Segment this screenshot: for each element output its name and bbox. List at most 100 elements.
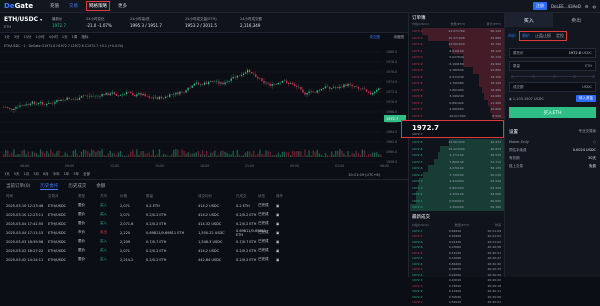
settings-icon[interactable]: ⚙: [585, 4, 589, 9]
indicators-button[interactable]: 指标: [81, 35, 88, 40]
share-icon[interactable]: ▣: [276, 249, 279, 253]
volume-bar: [155, 155, 156, 157]
time-axis-label: 18:00: [200, 164, 209, 168]
candle-body: [97, 96, 98, 97]
share-icon[interactable]: ▣: [276, 213, 279, 217]
volume-bar: [241, 156, 242, 157]
orderbook-cell: 8.520: [492, 114, 501, 118]
volume-bar: [3, 154, 4, 157]
interval-1h[interactable]: 1小时: [35, 35, 44, 40]
dca-order-type[interactable]: 定投: [556, 33, 564, 39]
volume-bar: [110, 151, 111, 157]
orderbook-cell: 1973.1: [412, 49, 423, 53]
range-5y[interactable]: 5年: [73, 172, 79, 177]
tab-balances[interactable]: 余额: [96, 183, 105, 189]
account-menu[interactable]: DeLEE...43AeD: [551, 4, 581, 9]
column-header: 价格: [120, 194, 146, 199]
table-cell: 0.69811/0.69811 ETH: [236, 229, 258, 237]
chart-mode-button[interactable]: 成交图: [370, 35, 381, 40]
table-cell: 0.2/0.2 ETH: [146, 213, 198, 217]
range-1m[interactable]: 1月: [23, 172, 29, 177]
bids-row[interactable]: 1972.04.30000069.360: [409, 204, 504, 211]
range-all[interactable]: 全部: [83, 172, 90, 177]
table-row[interactable]: 2025-03-04 17:11:15ETH/USDC市价卖出2,2200.69…: [0, 228, 400, 237]
volume-bar: [206, 151, 207, 157]
nav-more[interactable]: 更多: [116, 2, 129, 10]
asks-row[interactable]: 1972.729.0170008.520: [409, 113, 504, 120]
interval-15m[interactable]: 15分: [23, 35, 31, 40]
range-1y[interactable]: 1年: [64, 172, 70, 177]
volume-bar: [190, 154, 191, 157]
globe-icon[interactable]: ◍: [593, 4, 597, 9]
volume-bar: [69, 156, 70, 157]
share-icon[interactable]: ▣: [276, 240, 279, 244]
pair-selector[interactable]: ETH/USDC ▾: [4, 16, 42, 23]
share-icon[interactable]: ▣: [276, 204, 279, 208]
orderbook-cell: 1972.8: [412, 68, 423, 72]
limit-order-type[interactable]: 限价: [522, 33, 530, 39]
volume-bar: [106, 156, 107, 157]
share-icon[interactable]: ▣: [276, 231, 279, 235]
volume-bar: [290, 155, 291, 157]
table-cell: 买入: [100, 239, 120, 244]
range-3m[interactable]: 3月: [33, 172, 39, 177]
tab-order-history[interactable]: 历史委托: [40, 183, 58, 190]
degate-logo[interactable]: DeGate: [4, 2, 48, 10]
candle-body: [366, 89, 367, 91]
interval-4h[interactable]: 4小时: [49, 35, 58, 40]
buy-eth-button[interactable]: 买入ETH: [509, 107, 596, 118]
topup-button[interactable]: 转入资金: [576, 95, 596, 102]
depth-chart-button[interactable]: 深度图: [394, 35, 405, 40]
table-cell: 0.7/0.7 ETH: [236, 240, 258, 244]
quantity-field[interactable]: 数量ETH: [509, 61, 596, 71]
volume-bar: [352, 153, 353, 157]
range-6m[interactable]: 6月: [43, 172, 49, 177]
share-icon[interactable]: ▣: [276, 222, 279, 226]
volume-bar: [136, 149, 137, 157]
table-cell: 2,071: [120, 249, 146, 253]
total-field[interactable]: 成交额USDC: [509, 82, 596, 92]
volume-bar: [24, 150, 25, 157]
share-icon[interactable]: ▣: [276, 258, 279, 262]
signup-button[interactable]: 注册: [533, 2, 547, 10]
column-header: 交易对: [48, 194, 78, 199]
price-field[interactable]: 委托价1972.8 USDC: [509, 48, 596, 58]
table-row[interactable]: 2025-03-03 18:59:56ETH/USDC限价买入2,2090.7/…: [0, 237, 400, 246]
maker-only-toggle[interactable]: Maker-Only○: [505, 138, 600, 146]
table-row[interactable]: 2025-03-10 12:23:46ETH/USDC限价买入2,0710.2 …: [0, 201, 400, 210]
table-row[interactable]: 2025-03-04 17:41:55ETH/USDC限价买入2,071.60.…: [0, 219, 400, 228]
stop-order-type[interactable]: 止盈止损: [535, 33, 551, 39]
interval-1m[interactable]: 1分: [4, 35, 10, 40]
range-ytd[interactable]: 今年: [53, 172, 60, 177]
sell-tab[interactable]: 卖出: [553, 13, 600, 27]
volume-bar: [62, 155, 63, 157]
amount-slider[interactable]: [511, 76, 594, 77]
ticker-high-low: 24小时高/低1995.3 / 1951.7: [130, 17, 162, 28]
volume-bar: [380, 155, 381, 157]
tab-open-orders[interactable]: 当前订单(0): [6, 183, 30, 189]
validity-row[interactable]: 有效期30天: [505, 154, 600, 162]
volume-bar: [97, 151, 98, 157]
volume-bar: [89, 153, 90, 157]
market-order-type[interactable]: 市价: [508, 33, 516, 39]
buy-tab[interactable]: 买入: [505, 13, 553, 27]
nav-grid-strategy[interactable]: 网格策略: [86, 1, 110, 11]
volume-bar: [218, 154, 219, 157]
tab-trade-history[interactable]: 历史成交: [68, 183, 86, 189]
candle-body: [263, 81, 264, 83]
volume-bar: [112, 153, 113, 157]
candle-body: [161, 97, 162, 98]
volume-bar: [327, 155, 328, 157]
candlestick-chart[interactable]: ETH/USDC · 1 · DeGate O1972.6 H1972.7 L1…: [0, 42, 410, 170]
range-1d[interactable]: 1天: [4, 172, 10, 177]
table-row[interactable]: 2025-03-02 14:24:11ETH/USDC限价买入2,214.20.…: [0, 255, 400, 264]
nav-deposit[interactable]: 充值: [48, 2, 61, 10]
mid-price: 1972.7: [412, 124, 503, 132]
interval-1w[interactable]: 1周: [72, 35, 78, 40]
interval-1d[interactable]: 1天: [62, 35, 68, 40]
table-row[interactable]: 2025-03-02 18:27:22ETH/USDC限价买入2,0710.2/…: [0, 246, 400, 255]
nav-trade[interactable]: 交易: [67, 2, 80, 10]
table-row[interactable]: 2025-03-10 12:23:11ETH/USDC限价买入2,0710.2/…: [0, 210, 400, 219]
interval-3m[interactable]: 3分: [14, 35, 20, 40]
range-5d[interactable]: 5天: [14, 172, 20, 177]
